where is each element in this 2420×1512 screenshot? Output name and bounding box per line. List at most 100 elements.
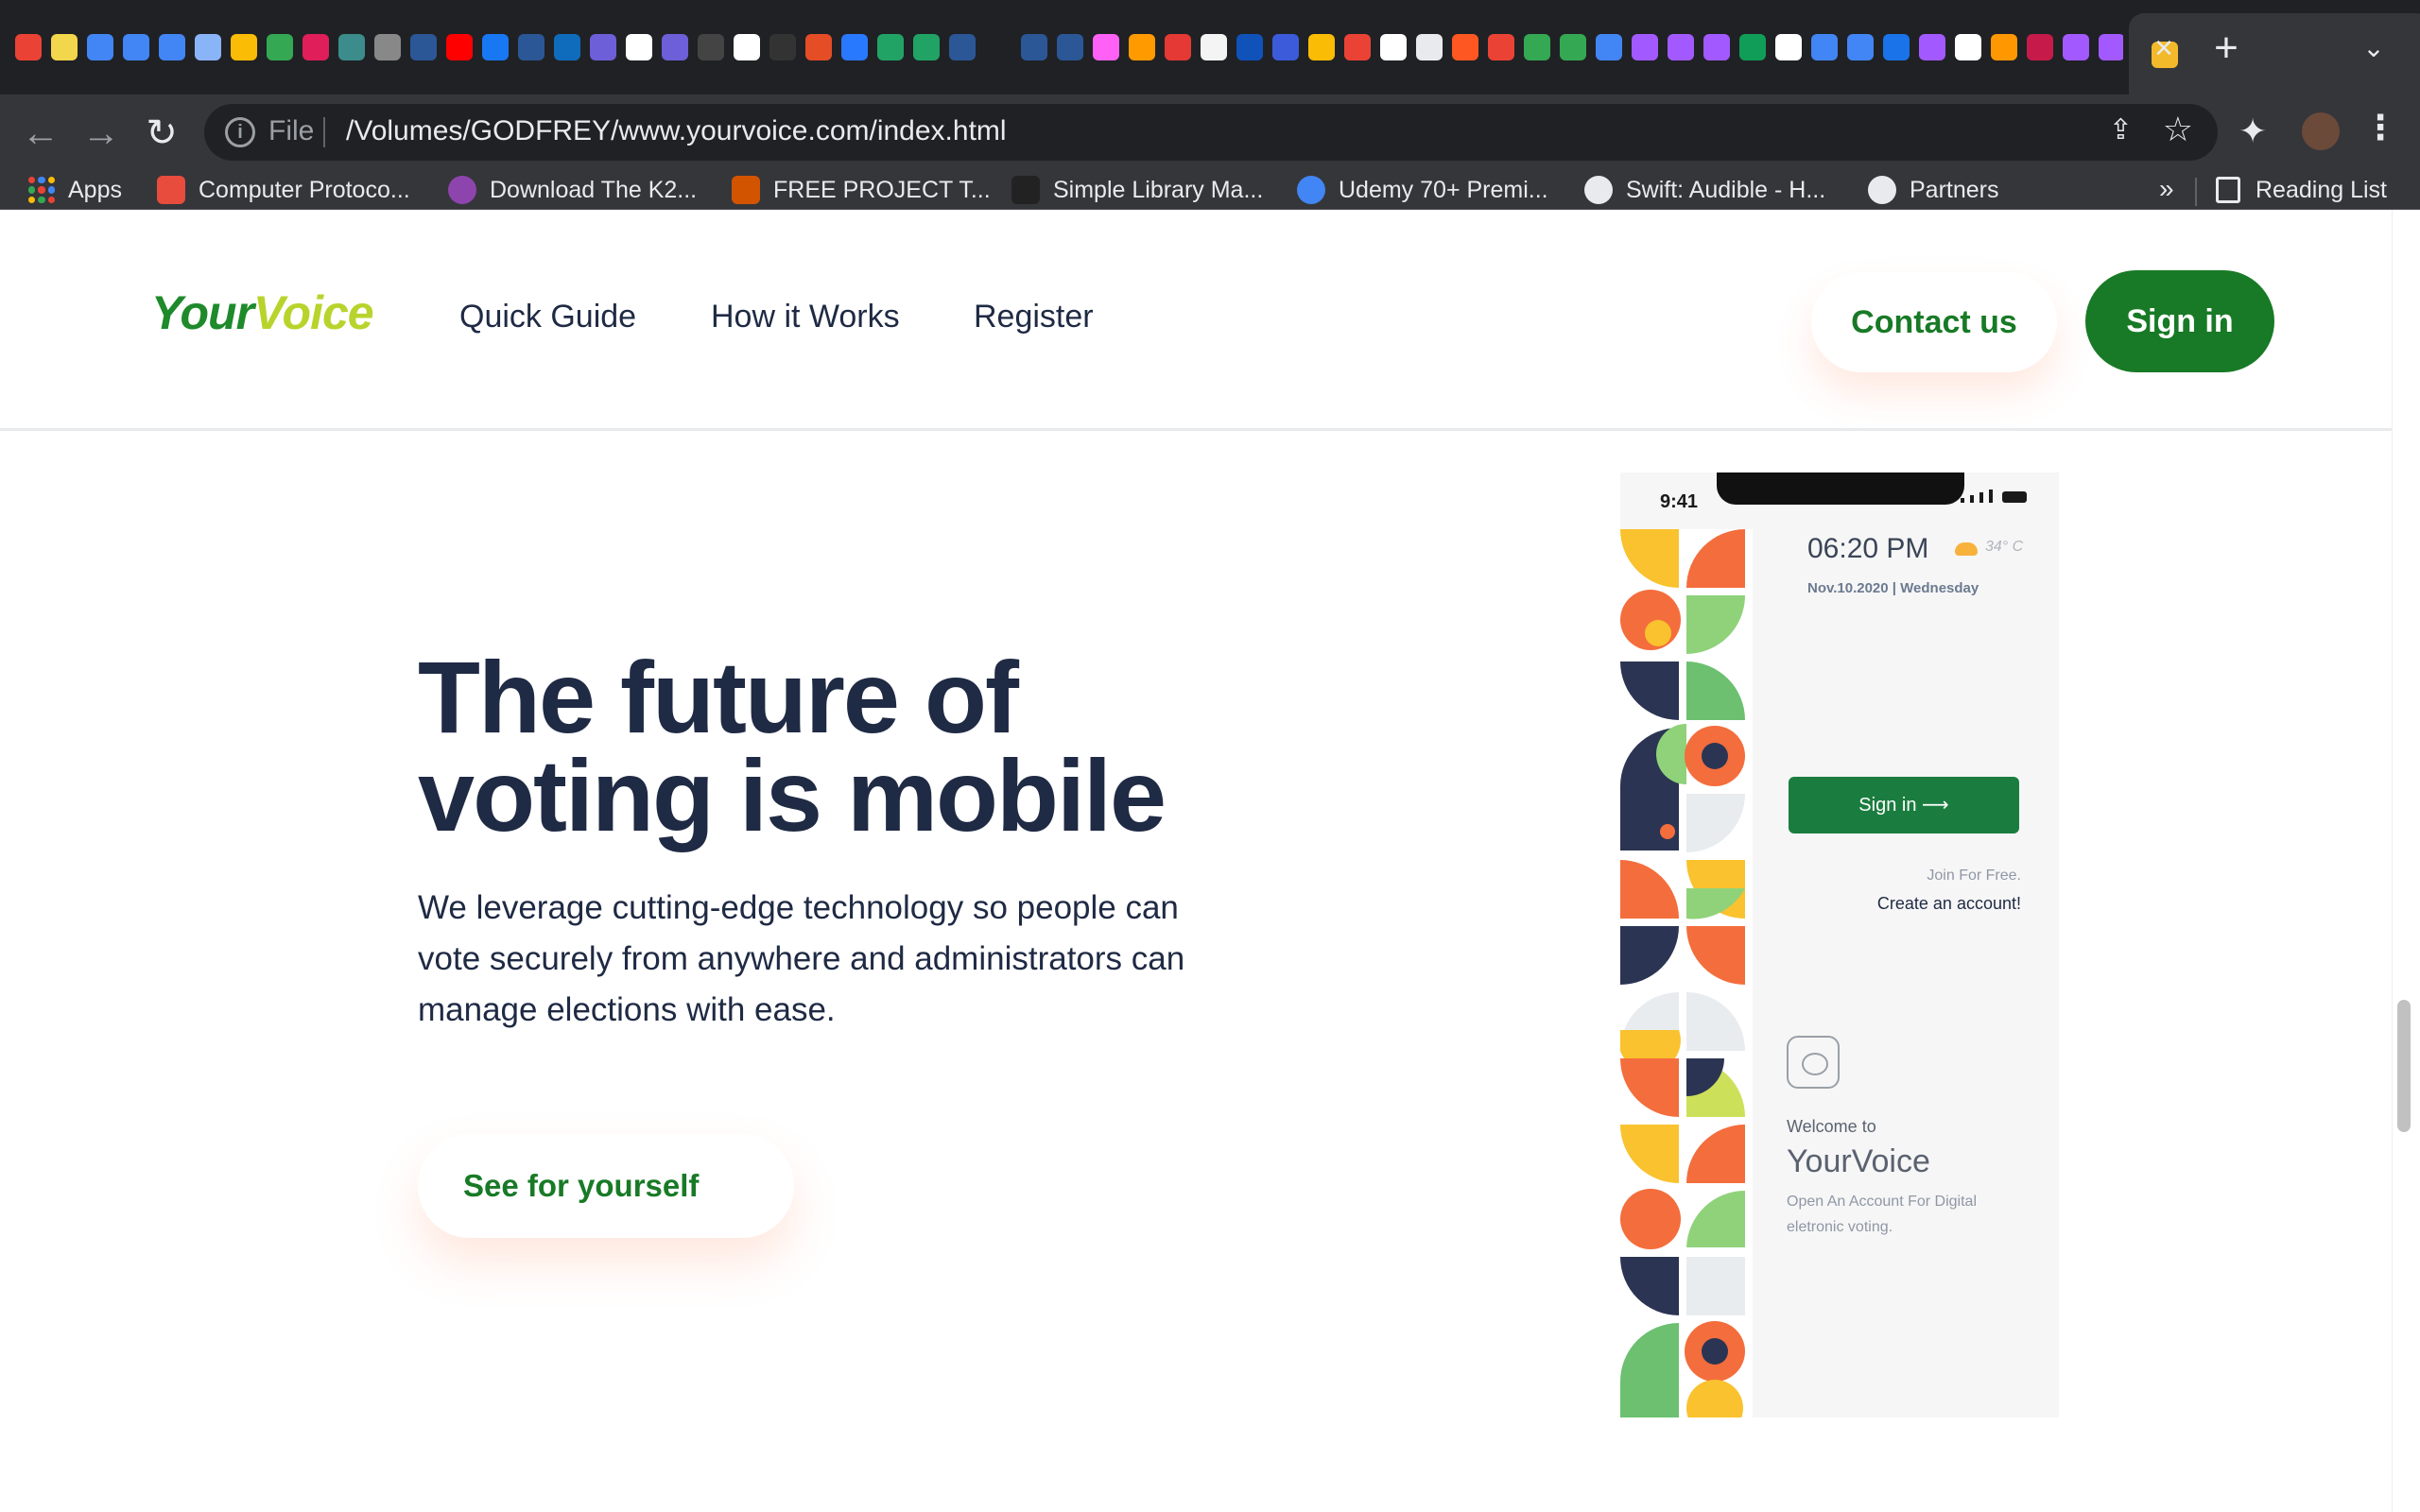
tab-favicon-icon[interactable] bbox=[446, 34, 473, 60]
bookmark-item[interactable]: FREE PROJECT T... bbox=[732, 174, 991, 206]
tab-close-icon[interactable]: × bbox=[2140, 25, 2187, 72]
tab-favicon-icon[interactable] bbox=[15, 34, 42, 60]
site-logo[interactable]: YourVoice bbox=[151, 285, 374, 340]
tab-favicon-icon[interactable] bbox=[769, 34, 796, 60]
tab-favicon-icon[interactable] bbox=[1416, 34, 1443, 60]
tab-favicon-icon[interactable] bbox=[1093, 34, 1119, 60]
menu-icon[interactable]: ⋮ bbox=[2363, 108, 2397, 147]
tab-favicon-icon[interactable] bbox=[195, 34, 221, 60]
reading-list-button[interactable]: Reading List bbox=[2216, 174, 2387, 206]
extensions-icon[interactable]: ✦ bbox=[2238, 112, 2267, 151]
scrollbar-thumb[interactable] bbox=[2397, 1000, 2411, 1132]
tab-favicon-icon[interactable] bbox=[1165, 34, 1191, 60]
tab-favicon-icon[interactable] bbox=[1272, 34, 1299, 60]
tab-favicon-icon[interactable] bbox=[1919, 34, 1945, 60]
tab-favicon-icon[interactable] bbox=[554, 34, 580, 60]
tab-favicon-icon[interactable] bbox=[159, 34, 185, 60]
tab-favicon-icon[interactable] bbox=[841, 34, 868, 60]
tab-favicon-icon[interactable] bbox=[1021, 34, 1047, 60]
bookmark-apps[interactable]: Apps bbox=[28, 174, 122, 206]
url-text[interactable]: /Volumes/GODFREY/www.yourvoice.com/index… bbox=[346, 115, 1007, 147]
address-bar[interactable]: i File /Volumes/GODFREY/www.yourvoice.co… bbox=[204, 104, 2218, 161]
nav-register[interactable]: Register bbox=[974, 299, 1094, 335]
bookmark-item[interactable]: Simple Library Ma... bbox=[1011, 174, 1263, 206]
bookmark-label: Apps bbox=[68, 176, 122, 203]
tab-favicon-icon[interactable] bbox=[985, 34, 1011, 60]
tab-favicon-icon[interactable] bbox=[1129, 34, 1155, 60]
nav-how-it-works[interactable]: How it Works bbox=[711, 299, 900, 335]
bookmark-item[interactable]: Download The K2... bbox=[448, 174, 697, 206]
profile-avatar[interactable] bbox=[2299, 110, 2342, 153]
hero-title-line-2: voting is mobile bbox=[418, 738, 1167, 852]
signal-icon bbox=[1979, 492, 1983, 503]
tab-favicon-icon[interactable] bbox=[913, 34, 940, 60]
tab-favicon-icon[interactable] bbox=[2099, 34, 2123, 60]
tab-favicon-icon[interactable] bbox=[1703, 34, 1730, 60]
bookmark-item[interactable]: Udemy 70+ Premi... bbox=[1297, 174, 1548, 206]
tab-favicon-icon[interactable] bbox=[1847, 34, 1874, 60]
tab-favicon-icon[interactable] bbox=[1560, 34, 1586, 60]
tab-favicon-icon[interactable] bbox=[231, 34, 257, 60]
phone-sign-in-button[interactable]: Sign in ⟶ bbox=[1789, 777, 2019, 833]
back-icon[interactable]: ← bbox=[17, 110, 64, 157]
tab-favicon-icon[interactable] bbox=[1344, 34, 1371, 60]
tab-favicon-icon[interactable] bbox=[1632, 34, 1658, 60]
tab-favicon-icon[interactable] bbox=[267, 34, 293, 60]
tab-favicon-icon[interactable] bbox=[662, 34, 688, 60]
tab-favicon-icon[interactable] bbox=[1883, 34, 1910, 60]
tab-favicon-icon[interactable] bbox=[374, 34, 401, 60]
bookmark-item[interactable]: Partners bbox=[1868, 174, 1998, 206]
decorative-pattern bbox=[1620, 529, 1753, 1418]
tab-favicon-icon[interactable] bbox=[2063, 34, 2089, 60]
tab-favicon-icon[interactable] bbox=[1668, 34, 1694, 60]
tab-favicon-icon[interactable] bbox=[1955, 34, 1981, 60]
tab-favicon-icon[interactable] bbox=[410, 34, 437, 60]
sign-in-button[interactable]: Sign in bbox=[2085, 270, 2274, 372]
contact-us-button[interactable]: Contact us bbox=[1811, 272, 2057, 372]
tab-favicon-icon[interactable] bbox=[1524, 34, 1550, 60]
tab-favicon-icon[interactable] bbox=[1308, 34, 1335, 60]
tab-favicon-icon[interactable] bbox=[302, 34, 329, 60]
tab-favicon-icon[interactable] bbox=[1596, 34, 1622, 60]
bookmark-item[interactable]: Swift: Audible - H... bbox=[1584, 174, 1825, 206]
tab-favicon-icon[interactable] bbox=[482, 34, 509, 60]
tab-favicon-icon[interactable] bbox=[1991, 34, 2017, 60]
tab-favicon-icon[interactable] bbox=[1236, 34, 1263, 60]
tab-favicon-icon[interactable] bbox=[1739, 34, 1766, 60]
tab-favicon-icon[interactable] bbox=[51, 34, 78, 60]
tab-favicon-icon[interactable] bbox=[1811, 34, 1838, 60]
tab-favicon-icon[interactable] bbox=[626, 34, 652, 60]
apps-grid-icon bbox=[28, 177, 55, 203]
tab-favicon-icon[interactable] bbox=[698, 34, 724, 60]
tab-favicon-icon[interactable] bbox=[518, 34, 544, 60]
tab-favicon-icon[interactable] bbox=[1775, 34, 1802, 60]
new-tab-icon[interactable]: + bbox=[2203, 25, 2250, 72]
forward-icon[interactable]: → bbox=[78, 110, 125, 157]
tab-search-icon[interactable]: ⌄ bbox=[2350, 25, 2397, 72]
tab-favicon-icon[interactable] bbox=[1201, 34, 1227, 60]
info-icon[interactable]: i bbox=[225, 117, 255, 147]
tab-favicon-icon[interactable] bbox=[877, 34, 904, 60]
tab-favicon-icon[interactable] bbox=[805, 34, 832, 60]
bookmark-item[interactable]: Computer Protoco... bbox=[157, 174, 410, 206]
share-icon[interactable]: ⇪ bbox=[2109, 113, 2133, 146]
tab-favicon-icon[interactable] bbox=[123, 34, 149, 60]
tab-favicon-icon[interactable] bbox=[87, 34, 113, 60]
tab-favicons[interactable] bbox=[15, 28, 2123, 66]
tab-favicon-icon[interactable] bbox=[1488, 34, 1514, 60]
bookmarks-overflow-icon[interactable]: » bbox=[2159, 174, 2174, 204]
tab-favicon-icon[interactable] bbox=[2027, 34, 2053, 60]
scrollbar-track[interactable] bbox=[2392, 210, 2420, 1512]
tab-favicon-icon[interactable] bbox=[949, 34, 976, 60]
see-for-yourself-button[interactable]: See for yourself bbox=[418, 1134, 794, 1238]
tab-favicon-icon[interactable] bbox=[590, 34, 616, 60]
tab-favicon-icon[interactable] bbox=[734, 34, 760, 60]
reload-icon[interactable]: ↻ bbox=[138, 110, 185, 157]
tab-favicon-icon[interactable] bbox=[1380, 34, 1407, 60]
phone-create-account-link[interactable]: Create an account! bbox=[1877, 894, 2021, 914]
tab-favicon-icon[interactable] bbox=[1452, 34, 1478, 60]
bookmark-star-icon[interactable]: ☆ bbox=[2163, 110, 2193, 149]
tab-favicon-icon[interactable] bbox=[338, 34, 365, 60]
nav-quick-guide[interactable]: Quick Guide bbox=[459, 299, 636, 335]
tab-favicon-icon[interactable] bbox=[1057, 34, 1083, 60]
